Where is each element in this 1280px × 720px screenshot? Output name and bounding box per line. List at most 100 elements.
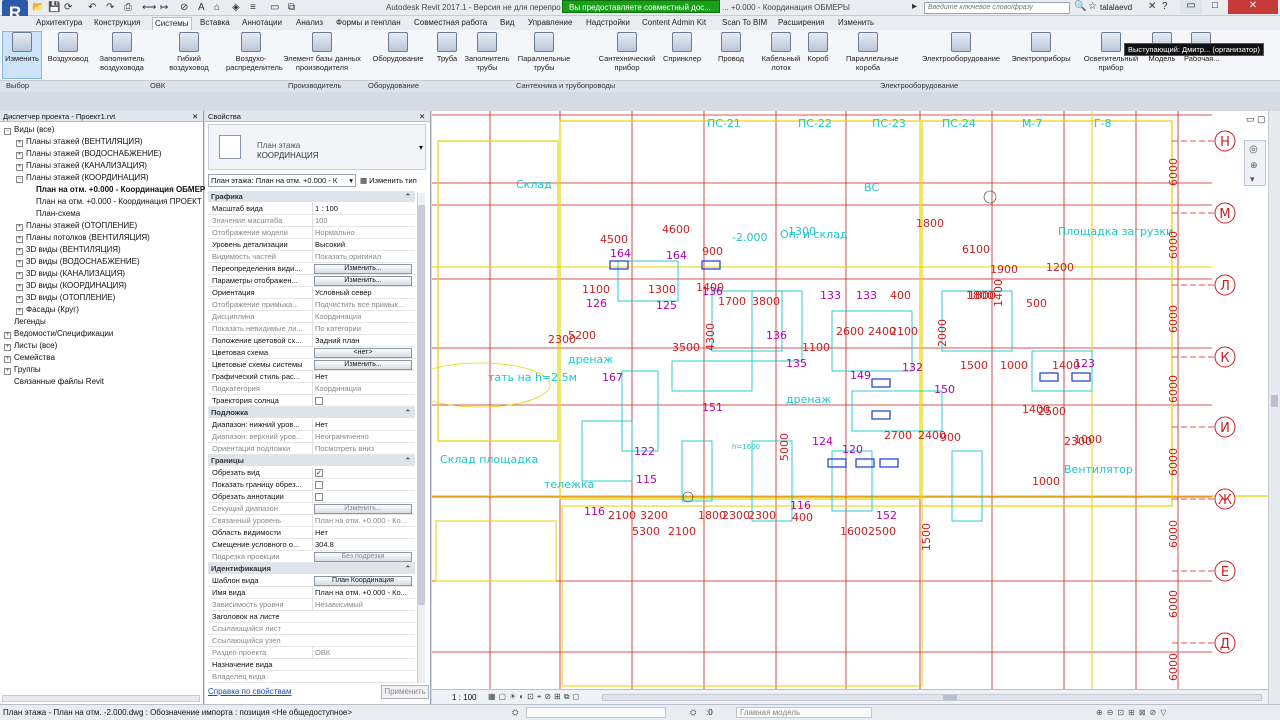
ribbon-panel-label[interactable]: ОВК [150, 81, 165, 90]
tree-toggle-icon[interactable]: + [16, 296, 23, 303]
ribbon-button[interactable]: Оборудование [370, 32, 426, 63]
equipment-tag[interactable]: 116 [790, 499, 811, 512]
property-value[interactable]: Условный север [312, 287, 414, 299]
room-label[interactable]: ПС-21 [707, 117, 741, 130]
property-value[interactable]: По категории [312, 323, 414, 335]
dimension-label[interactable]: 2600 [836, 325, 864, 338]
browser-item[interactable]: + Планы этажей (ОТОПЛЕНИЕ) [16, 221, 137, 231]
view-scale[interactable]: 1 : 100 [452, 693, 476, 702]
property-edit-button[interactable]: Изменить... [314, 504, 412, 514]
property-row[interactable]: Цветовая схема <нет> [208, 347, 415, 359]
elevation-label[interactable]: -2.000 [732, 231, 767, 244]
ribbon-tab[interactable]: Архитектура [34, 17, 84, 30]
ribbon-button[interactable]: Электроприборы [1006, 32, 1076, 63]
browser-item[interactable]: План на отм. +0.000 - Координация ПРОЕКТ [36, 197, 202, 206]
ribbon-tab[interactable]: Content Admin Kit [640, 17, 708, 30]
elevation-label[interactable]: 1300 [788, 225, 816, 238]
close-icon[interactable]: ✕ [419, 111, 425, 122]
equipment-tag[interactable]: 126 [586, 297, 607, 310]
design-options-icon[interactable]: ⛭ [690, 705, 696, 720]
tree-toggle-icon[interactable]: + [16, 140, 23, 147]
property-row[interactable]: Назначение вида [208, 659, 415, 671]
equipment-tag[interactable]: 132 [902, 361, 923, 374]
dimension-label[interactable]: 1000 [1074, 433, 1102, 446]
property-row[interactable]: Отображение модели Нормально [208, 227, 415, 239]
ribbon-tab[interactable]: Системы [152, 17, 192, 30]
browser-item[interactable]: − Виды (все) [4, 125, 54, 135]
dimension-label[interactable]: 6000 [1167, 305, 1180, 333]
tree-toggle-icon[interactable]: + [16, 248, 23, 255]
text-icon[interactable]: A [198, 2, 205, 13]
property-row[interactable]: Видимость частей Показать оригинал [208, 251, 415, 263]
browser-item[interactable]: + Семейства [4, 353, 55, 363]
equipment-tag[interactable]: 120 [842, 443, 863, 456]
equipment-tag[interactable]: 124 [812, 435, 833, 448]
room-label[interactable]: ПС-22 [798, 117, 832, 130]
ribbon-tab[interactable]: Анализ [294, 17, 325, 30]
dimension-label[interactable]: 1500 [960, 359, 988, 372]
room-label[interactable]: тележка [544, 478, 594, 491]
browser-item[interactable]: + Планы потолков (ВЕНТИЛЯЦИЯ) [16, 233, 150, 243]
property-row[interactable]: Диапазон: верхний уров... Неограниченно [208, 431, 415, 443]
property-row[interactable]: Имя вида План на отм. +0.000 - Ко... [208, 587, 415, 599]
property-row[interactable]: Дисциплина Координация [208, 311, 415, 323]
selection-filter-icons[interactable]: ⊕⊖⊡⊞⊠⊘▽ [1096, 705, 1170, 720]
equipment-tag[interactable]: 133 [820, 289, 841, 302]
browser-item[interactable]: +3D виды (ВОДОСНАБЖЕНИЕ) [16, 257, 140, 267]
property-value[interactable]: ОВК [312, 647, 414, 659]
ribbon-tab[interactable]: Изменить [836, 17, 876, 30]
dimension-label[interactable]: 1300 [648, 283, 676, 296]
instance-selector[interactable]: План этажа: План на отм. +0.000 - К ▾ [208, 174, 356, 187]
browser-item[interactable]: План на отм. +0.000 - Координация ОБМЕРЫ [36, 185, 213, 194]
room-label[interactable]: М-7 [1022, 117, 1042, 130]
dimension-label[interactable]: 2700 [884, 429, 912, 442]
dimension-label[interactable]: 3500 [672, 341, 700, 354]
room-label[interactable]: Вентилятор [1064, 463, 1133, 476]
room-label[interactable]: Г-8 [1094, 117, 1112, 130]
tree-toggle-icon[interactable]: + [16, 260, 23, 267]
browser-item[interactable]: + Планы этажей (ВЕНТИЛЯЦИЯ) [16, 137, 143, 147]
property-row[interactable]: Подкатегория Координация [208, 383, 415, 395]
equipment-tag[interactable]: 149 [850, 369, 871, 382]
thin-lines-icon[interactable]: ≡ [250, 2, 256, 13]
workset-selector[interactable] [526, 707, 666, 718]
ribbon-button[interactable]: Электрооборудование [918, 32, 1004, 63]
dimension-label[interactable]: 1000 [1000, 359, 1028, 372]
ribbon-tab[interactable]: Управление [526, 17, 574, 30]
ribbon-panel-label[interactable]: Сантехника и трубопроводы [516, 81, 615, 90]
user-name[interactable]: talalaevd [1100, 3, 1132, 12]
steering-wheel-icon[interactable]: ◎ [1249, 144, 1258, 155]
property-row[interactable]: Область видимости Нет [208, 527, 415, 539]
equipment-tag[interactable]: 150 [934, 383, 955, 396]
property-value[interactable]: Показать оригинал [312, 251, 414, 263]
property-value[interactable]: Нет [312, 419, 414, 431]
ribbon-tab[interactable]: Формы и генплан [334, 17, 403, 30]
dimension-label[interactable]: 2100 [890, 325, 918, 338]
open-icon[interactable]: 📂 [32, 2, 44, 13]
3d-view-icon[interactable]: ⌂ [214, 2, 220, 13]
property-row[interactable]: Значение масштаба 100 [208, 215, 415, 227]
dimension-label[interactable]: 6000 [1167, 375, 1180, 403]
switch-windows-icon[interactable]: ⧉ [288, 2, 295, 13]
tree-toggle-icon[interactable]: + [16, 308, 23, 315]
dimension-label[interactable]: 2300 [722, 509, 750, 522]
ribbon-button[interactable]: Короб [804, 32, 832, 63]
save-icon[interactable]: 💾 [48, 2, 60, 13]
screen-share-banner[interactable]: Вы предоставляете совместный дос... [562, 0, 720, 13]
binoculars-icon[interactable]: ▸ [912, 1, 917, 12]
dimension-label[interactable]: 5300 [632, 525, 660, 538]
property-row[interactable]: Подрезка проекции Без подрезки [208, 551, 415, 563]
property-row[interactable]: Масштаб вида 1 : 100 [208, 203, 415, 215]
property-row[interactable]: Обрезать вид ✓ [208, 467, 415, 479]
ribbon-panel-label[interactable]: Оборудование [368, 81, 419, 90]
dimension-label[interactable]: 1500 [920, 523, 933, 551]
dimension-label[interactable]: 6100 [962, 243, 990, 256]
property-value[interactable]: Нормально [312, 227, 414, 239]
properties-scrollbar[interactable] [417, 193, 425, 683]
property-row[interactable]: Шаблон вида План Координация [208, 575, 415, 587]
property-row[interactable]: Раздел проекта ОВК [208, 647, 415, 659]
property-row[interactable]: Смещение условного о... 304.8 [208, 539, 415, 551]
dimension-label[interactable]: 6000 [1167, 653, 1180, 681]
ribbon-tab[interactable]: Надстройки [584, 17, 632, 30]
property-edit-button[interactable]: Без подрезки [314, 552, 412, 562]
